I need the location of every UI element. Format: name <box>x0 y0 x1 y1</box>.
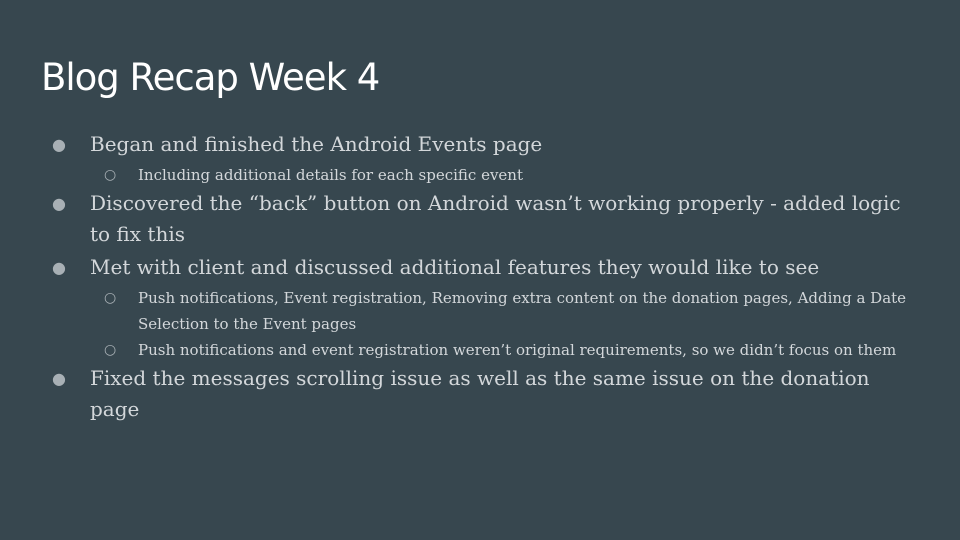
sub-bullet-icon: ○ <box>104 167 117 183</box>
bullet-item: ● Began and finished the Android Events … <box>52 129 922 160</box>
sub-bullet-icon: ○ <box>104 342 117 358</box>
bullet-text: Fixed the messages scrolling issue as we… <box>90 366 870 421</box>
bullet-item: ● Met with client and discussed addition… <box>52 252 922 283</box>
bullet-text: Began and finished the Android Events pa… <box>90 132 543 156</box>
bullet-item: ● Discovered the “back” button on Androi… <box>52 188 922 250</box>
bullet-item: ● Fixed the messages scrolling issue as … <box>52 363 922 425</box>
bullet-text: Met with client and discussed additional… <box>90 255 820 279</box>
sub-bullet-text: Push notifications, Event registration, … <box>138 289 907 333</box>
bullet-icon: ● <box>52 194 66 213</box>
bullet-icon: ● <box>52 135 66 154</box>
bullet-icon: ● <box>52 369 66 388</box>
sub-bullet-text: Push notifications and event registratio… <box>138 341 897 359</box>
bullet-icon: ● <box>52 258 66 277</box>
sub-bullet-icon: ○ <box>104 290 117 306</box>
sub-bullet-text: Including additional details for each sp… <box>138 166 523 184</box>
sub-bullet-item: ○ Push notifications, Event registration… <box>104 285 922 337</box>
slide: Blog Recap Week 4 ● Began and finished t… <box>0 0 960 540</box>
sub-bullet-item: ○ Including additional details for each … <box>104 162 922 188</box>
bullet-list: ● Began and finished the Android Events … <box>52 129 922 427</box>
bullet-text: Discovered the “back” button on Android … <box>90 191 901 246</box>
slide-title: Blog Recap Week 4 <box>41 56 380 99</box>
sub-bullet-item: ○ Push notifications and event registrat… <box>104 337 922 363</box>
